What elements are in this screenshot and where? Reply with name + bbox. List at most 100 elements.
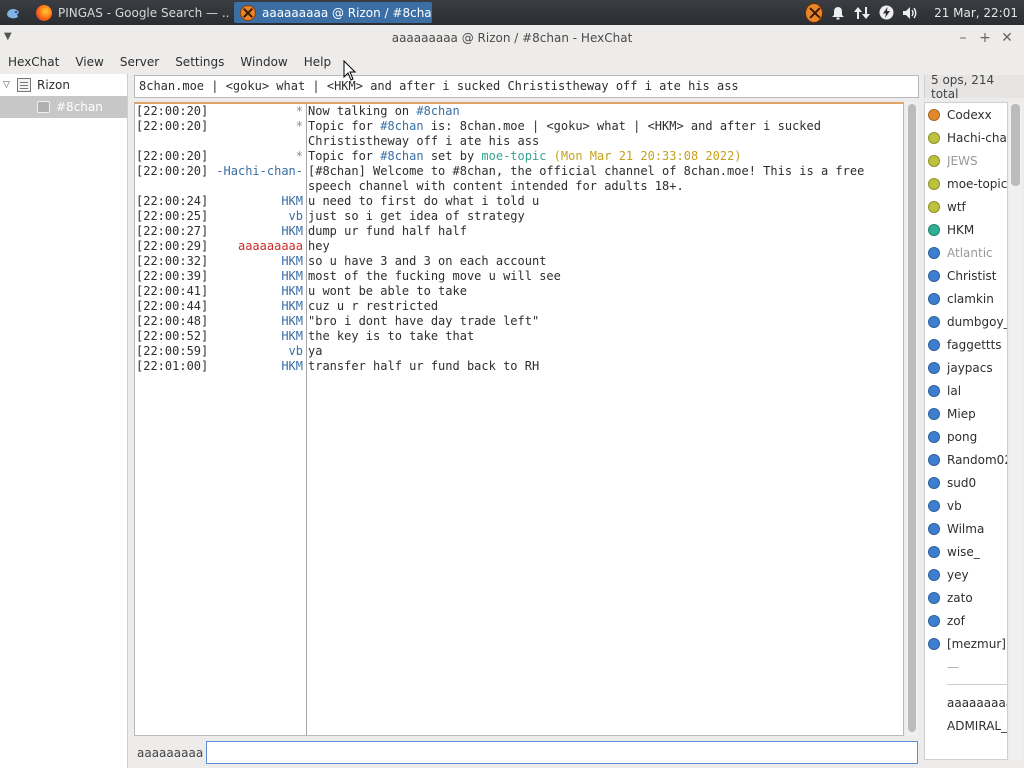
menubar: HexChat View Server Settings Window Help xyxy=(0,51,1024,73)
maximize-icon[interactable]: + xyxy=(974,28,996,48)
chat-message-text: transfer half ur fund back to RH xyxy=(308,359,540,373)
chat-nick[interactable]: HKM xyxy=(209,254,303,269)
user-list-item[interactable]: dumbgoy_ xyxy=(925,310,1007,333)
volume-icon[interactable] xyxy=(901,4,919,22)
user-list-item[interactable]: Atlantic xyxy=(925,241,1007,264)
chat-nick[interactable]: HKM xyxy=(209,284,303,299)
user-list-item[interactable]: — xyxy=(925,655,1007,678)
user-list-item[interactable]: wtf xyxy=(925,195,1007,218)
user-list-item[interactable]: ADMIRAL_H xyxy=(925,714,1007,737)
user-list-item[interactable]: [mezmur] xyxy=(925,632,1007,655)
channel-link[interactable]: #8chan xyxy=(380,119,423,133)
user-list-item[interactable]: lal xyxy=(925,379,1007,402)
chat-message-text: cuz u r restricted xyxy=(308,299,439,313)
server-label: Rizon xyxy=(37,78,70,92)
user-list-item[interactable]: JEWS xyxy=(925,149,1007,172)
user-list-scrollbar-thumb[interactable] xyxy=(1011,104,1020,186)
chat-nick[interactable]: * xyxy=(209,149,303,164)
chat-nick[interactable]: HKM xyxy=(209,314,303,329)
user-status-icon xyxy=(928,246,940,259)
clock[interactable]: 21 Mar, 22:01 xyxy=(934,6,1018,20)
chat-message-text: most of the fucking move u will see xyxy=(308,269,561,283)
chat-nick[interactable]: vb xyxy=(209,209,303,224)
user-list-item[interactable]: faggettts xyxy=(925,333,1007,356)
chat-nick[interactable]: HKM xyxy=(209,329,303,344)
user-list-item[interactable]: yey xyxy=(925,563,1007,586)
chat-nick[interactable]: vb xyxy=(209,344,303,359)
chat-nick[interactable]: HKM xyxy=(209,224,303,239)
window-title: aaaaaaaaa @ Rizon / #8chan - HexChat xyxy=(391,31,633,45)
topic-bar[interactable]: 8chan.moe | <goku> what | <HKM> and afte… xyxy=(134,75,919,98)
user-list-item[interactable]: Wilma xyxy=(925,517,1007,540)
window-titlebar[interactable]: ▼ aaaaaaaaa @ Rizon / #8chan - HexChat –… xyxy=(0,25,1024,51)
message-input[interactable] xyxy=(206,741,918,764)
expand-arrow-icon[interactable]: ▽ xyxy=(3,80,17,90)
chat-nick[interactable]: * xyxy=(209,119,303,149)
chat-nick[interactable]: HKM xyxy=(209,194,303,209)
chat-scrollbar-thumb[interactable] xyxy=(908,104,916,732)
user-list-item[interactable]: vb xyxy=(925,494,1007,517)
menu-settings[interactable]: Settings xyxy=(167,55,232,69)
user-list-item[interactable]: sud0 xyxy=(925,471,1007,494)
channel-link[interactable]: #8chan xyxy=(416,104,459,118)
chat-scrollbar[interactable] xyxy=(906,102,918,736)
tray-hexchat[interactable] xyxy=(805,2,824,23)
user-list-item[interactable]: zato xyxy=(925,586,1007,609)
tree-channel-8chan[interactable]: #8chan xyxy=(0,96,127,118)
network-updown-icon[interactable] xyxy=(853,4,871,22)
user-status-icon xyxy=(928,223,940,236)
user-name: moe-topic xyxy=(947,176,1007,191)
task-firefox[interactable]: PINGAS - Google Search — ... xyxy=(30,2,230,23)
chat-area[interactable]: [22:00:20] * Now talking on #8chan [22:00:2… xyxy=(134,102,904,736)
channel-icon xyxy=(37,101,50,113)
chat-line: [22:00:32] HKM so u have 3 and 3 on each a… xyxy=(135,254,903,269)
user-status-icon xyxy=(928,453,940,466)
power-icon[interactable] xyxy=(877,4,895,22)
user-list-item[interactable]: Hachi-chan xyxy=(925,126,1007,149)
menu-view[interactable]: View xyxy=(67,55,111,69)
close-icon[interactable]: ✕ xyxy=(996,28,1018,48)
menu-window[interactable]: Window xyxy=(232,55,295,69)
chat-nick[interactable]: aaaaaaaaa xyxy=(209,239,303,254)
notification-bell-icon[interactable] xyxy=(829,4,847,22)
user-list-item[interactable]: Christist xyxy=(925,264,1007,287)
user-status-icon xyxy=(928,591,940,604)
user-status-icon xyxy=(928,545,940,558)
user-status-icon xyxy=(928,614,940,627)
user-list-item[interactable]: clamkin xyxy=(925,287,1007,310)
chat-timestamp: [22:00:52] xyxy=(136,329,209,343)
nick-separator[interactable] xyxy=(306,104,307,735)
user-list-item[interactable]: pong xyxy=(925,425,1007,448)
chat-timestamp: [22:00:20] xyxy=(136,164,209,178)
channel-link[interactable]: #8chan xyxy=(380,149,423,163)
tree-server-rizon[interactable]: ▽ Rizon xyxy=(0,74,127,96)
menu-server[interactable]: Server xyxy=(112,55,167,69)
menu-hexchat[interactable]: HexChat xyxy=(0,55,67,69)
user-list-item[interactable]: HKM xyxy=(925,218,1007,241)
task-hexchat[interactable]: aaaaaaaaa @ Rizon / #8cha... xyxy=(234,2,432,23)
chat-message: Topic for #8chan set by moe-topic (Mon M… xyxy=(308,149,896,164)
user-list-item[interactable]: aaaaaaaaa xyxy=(925,691,1007,714)
chat-message: the key is to take that xyxy=(308,329,896,344)
user-name: pong xyxy=(947,429,978,444)
user-list-item[interactable]: Miep xyxy=(925,402,1007,425)
chat-nick[interactable]: HKM xyxy=(209,269,303,284)
window-menu-icon[interactable]: ▼ xyxy=(4,31,12,42)
user-list-item[interactable]: jaypacs xyxy=(925,356,1007,379)
nick-button[interactable]: aaaaaaaaa xyxy=(134,742,204,764)
chat-nick[interactable]: HKM xyxy=(209,299,303,314)
chat-timestamp: [22:00:20] xyxy=(136,149,209,163)
chat-line: [22:00:20] -Hachi-chan- [#8chan] Welcome t… xyxy=(135,164,903,194)
user-list-scrollbar[interactable] xyxy=(1009,102,1022,760)
chat-nick[interactable]: * xyxy=(209,104,303,119)
chat-nick[interactable]: HKM xyxy=(209,359,303,374)
user-list-item[interactable]: moe-topic xyxy=(925,172,1007,195)
user-list-item[interactable]: Codexx xyxy=(925,103,1007,126)
user-list-item[interactable]: Random024 xyxy=(925,448,1007,471)
minimize-icon[interactable]: – xyxy=(952,28,974,48)
start-menu-button[interactable] xyxy=(0,0,26,25)
user-list-item[interactable]: zof xyxy=(925,609,1007,632)
chat-nick[interactable]: -Hachi-chan- xyxy=(209,164,303,194)
user-list-item[interactable]: wise_ xyxy=(925,540,1007,563)
menu-help[interactable]: Help xyxy=(296,55,339,69)
